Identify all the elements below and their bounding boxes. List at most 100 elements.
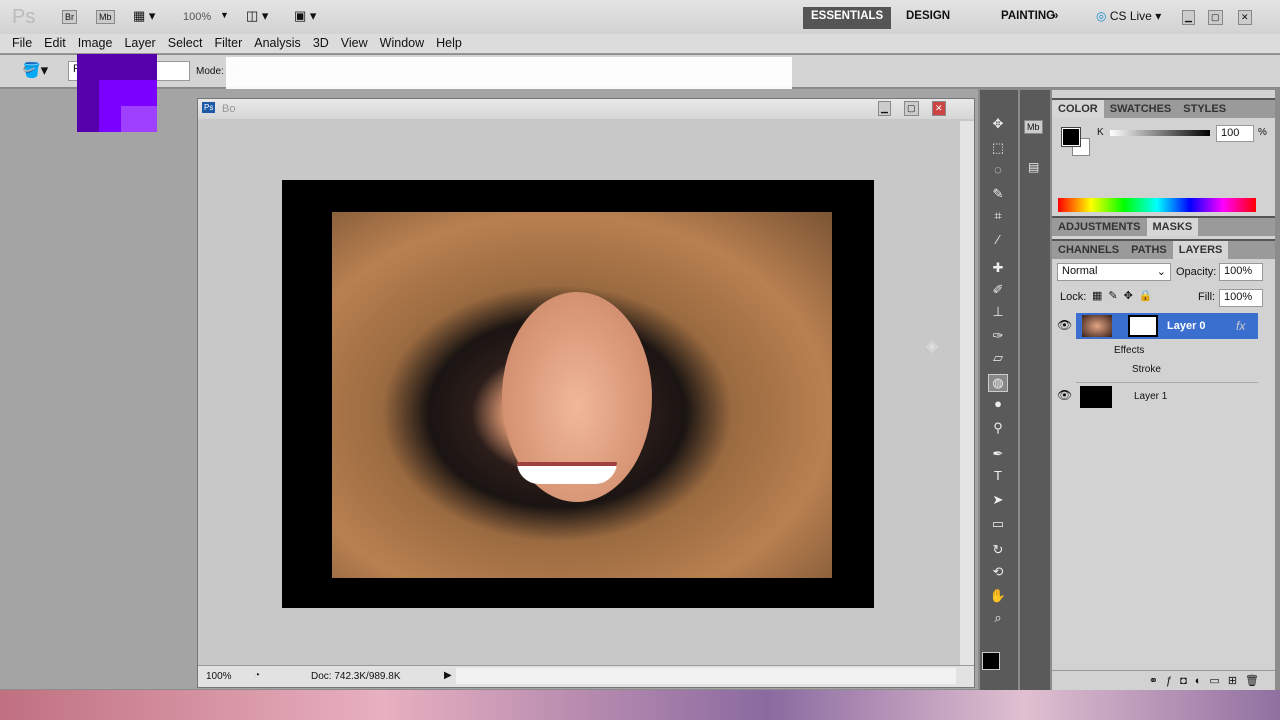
tab-swatches[interactable]: SWATCHES (1104, 100, 1178, 118)
bridge-button[interactable]: Br (62, 10, 77, 24)
close-button[interactable]: ✕ (1238, 10, 1252, 25)
clone-stamp-tool-icon[interactable]: ⊥ (988, 304, 1008, 322)
extras-dropdown[interactable]: ▦ ▾ (133, 8, 155, 24)
visibility-eye-icon[interactable]: 👁 (1057, 318, 1072, 332)
zoom-level[interactable]: 100% (206, 671, 232, 682)
blur-tool-icon[interactable]: ● (988, 396, 1008, 414)
menu-help[interactable]: Help (430, 34, 468, 50)
options-bar: 🪣▾ F Mode: N (0, 55, 1280, 131)
menu-select[interactable]: Select (162, 34, 209, 50)
eyedropper-tool-icon[interactable]: ⁄ (988, 232, 1008, 250)
workspace-essentials[interactable]: ESSENTIALS (803, 7, 892, 29)
tab-adjustments[interactable]: ADJUSTMENTS (1052, 218, 1147, 236)
menu-layer[interactable]: Layer (118, 34, 161, 50)
path-select-tool-icon[interactable]: ➤ (988, 492, 1008, 510)
collapsed-panels-dock: Mb ▤ (1020, 90, 1050, 690)
move-tool-icon[interactable]: ✥ (988, 116, 1008, 134)
k-value-input[interactable]: 100 (1216, 125, 1254, 142)
document-title: Bo (222, 103, 236, 115)
menu-view[interactable]: View (335, 34, 374, 50)
foreground-color-swatch[interactable] (982, 652, 1000, 670)
marquee-tool-icon[interactable]: ⬚ (988, 140, 1008, 158)
lasso-tool-icon[interactable]: ◌ (988, 162, 1008, 180)
zoom-tool-icon[interactable]: ⌕ (988, 610, 1008, 628)
zoom-dropdown[interactable]: 100% (183, 11, 211, 23)
color-foreground-swatch[interactable] (1061, 127, 1081, 147)
menu-edit[interactable]: Edit (38, 34, 72, 50)
tab-masks[interactable]: MASKS (1146, 218, 1199, 236)
fx-icon[interactable]: fx (1236, 319, 1245, 333)
layer-name: Layer 0 (1167, 320, 1206, 332)
mode-label: Mode: (196, 66, 224, 77)
vertical-scrollbar[interactable] (960, 121, 974, 665)
history-panel-icon[interactable]: ▤ (1028, 160, 1039, 174)
doc-maximize-button[interactable]: ▢ (904, 101, 919, 116)
tab-layers[interactable]: LAYERS (1172, 241, 1229, 259)
crop-tool-icon[interactable]: ⌗ (988, 208, 1008, 226)
menu-file[interactable]: File (0, 34, 38, 50)
healing-brush-tool-icon[interactable]: ✚ (988, 260, 1008, 278)
screen-mode-dropdown[interactable]: ▣ ▾ (294, 8, 316, 24)
menu-image[interactable]: Image (72, 34, 119, 50)
portrait-photo[interactable] (332, 212, 832, 578)
menu-3d[interactable]: 3D (307, 34, 335, 50)
status-bar: 100% ◔ Doc: 742.3K/989.8K ▶ (198, 665, 974, 687)
hand-tool-icon[interactable]: ✋ (988, 588, 1008, 606)
adjustments-panel-tabs: ADJUSTMENTS MASKS (1052, 216, 1275, 236)
tools-panel: ✥ ⬚ ◌ ✎ ⌗ ⁄ ✚ ✐ ⊥ ✑ ▱ ◍ ● ⚲ ✒ T ➤ ▭ ↻ ⟲ … (980, 90, 1018, 690)
layers-panel-footer-buttons[interactable]: ⚭ƒ◘◐▭⊞🗑 (1052, 670, 1275, 690)
layer-thumbnail (1082, 315, 1112, 337)
menu-filter[interactable]: Filter (208, 34, 248, 50)
maximize-button[interactable]: ▢ (1208, 10, 1223, 25)
3d-rotate-tool-icon[interactable]: ↻ (988, 542, 1008, 560)
tab-styles[interactable]: STYLES (1177, 100, 1232, 118)
blend-mode-dropdown[interactable]: Normal ⌄ (1057, 263, 1171, 281)
history-brush-tool-icon[interactable]: ✑ (988, 328, 1008, 346)
type-tool-icon[interactable]: T (988, 468, 1008, 486)
pen-tool-icon[interactable]: ✒ (988, 446, 1008, 464)
tab-channels[interactable]: CHANNELS (1052, 241, 1125, 259)
layer-mask-thumbnail[interactable] (1128, 315, 1158, 337)
document-title-bar[interactable]: Ps Bo ▁ ▢ ✕ (198, 99, 974, 119)
k-slider[interactable] (1110, 130, 1210, 136)
desktop-background (0, 690, 1280, 720)
3d-orbit-tool-icon[interactable]: ⟲ (988, 564, 1008, 582)
paint-bucket-tool-preset[interactable]: 🪣▾ (22, 61, 48, 79)
status-icon[interactable]: ◔ (254, 670, 260, 681)
percent-unit: % (1258, 127, 1267, 138)
zoom-chevron-icon[interactable]: ▼ (220, 10, 229, 20)
more-workspaces-button[interactable]: » (1044, 7, 1066, 29)
minimize-button[interactable]: ▁ (1182, 10, 1195, 25)
layer-row-layer-0[interactable]: Layer 0 fx (1076, 313, 1258, 339)
layers-panel-tabs: CHANNELS PATHS LAYERS (1052, 239, 1275, 259)
lock-icons[interactable]: ▦✎✥🔒 (1092, 289, 1159, 302)
mini-bridge-panel-icon[interactable]: Mb (1024, 120, 1043, 134)
opacity-input[interactable]: 100% (1219, 263, 1263, 281)
arrange-documents-dropdown[interactable]: ◫ ▾ (246, 8, 268, 24)
ps-doc-icon: Ps (202, 102, 216, 113)
menu-analysis[interactable]: Analysis (248, 34, 307, 50)
workspace-design[interactable]: DESIGN (898, 7, 958, 29)
stroke-effect[interactable]: Stroke (1132, 364, 1161, 375)
rectangle-tool-icon[interactable]: ▭ (988, 516, 1008, 534)
tab-paths[interactable]: PATHS (1125, 241, 1173, 259)
fill-input[interactable]: 100% (1219, 289, 1263, 307)
tab-color[interactable]: COLOR (1052, 100, 1104, 118)
eraser-tool-icon[interactable]: ▱ (988, 350, 1008, 368)
doc-minimize-button[interactable]: ▁ (878, 101, 891, 116)
dodge-tool-icon[interactable]: ⚲ (988, 420, 1008, 438)
cs-live-button[interactable]: ◎ CS Live ▾ (1096, 9, 1161, 23)
quick-select-tool-icon[interactable]: ✎ (988, 186, 1008, 204)
mini-bridge-button[interactable]: Mb (96, 10, 115, 24)
visibility-eye-icon[interactable]: 👁 (1057, 388, 1072, 402)
paint-bucket-tool-icon[interactable]: ◍ (988, 374, 1008, 392)
color-ramp[interactable] (1058, 198, 1256, 212)
layer-row-layer-1[interactable]: Layer 1 (1076, 382, 1258, 408)
effects-label: Effects (1114, 345, 1145, 356)
brush-tool-icon[interactable]: ✐ (988, 282, 1008, 300)
menu-window[interactable]: Window (374, 34, 430, 50)
doc-close-button[interactable]: ✕ (932, 101, 946, 116)
horizontal-scrollbar[interactable] (456, 668, 956, 684)
lock-label: Lock: (1060, 291, 1087, 303)
status-menu-arrow-icon[interactable]: ▶ (444, 670, 452, 681)
